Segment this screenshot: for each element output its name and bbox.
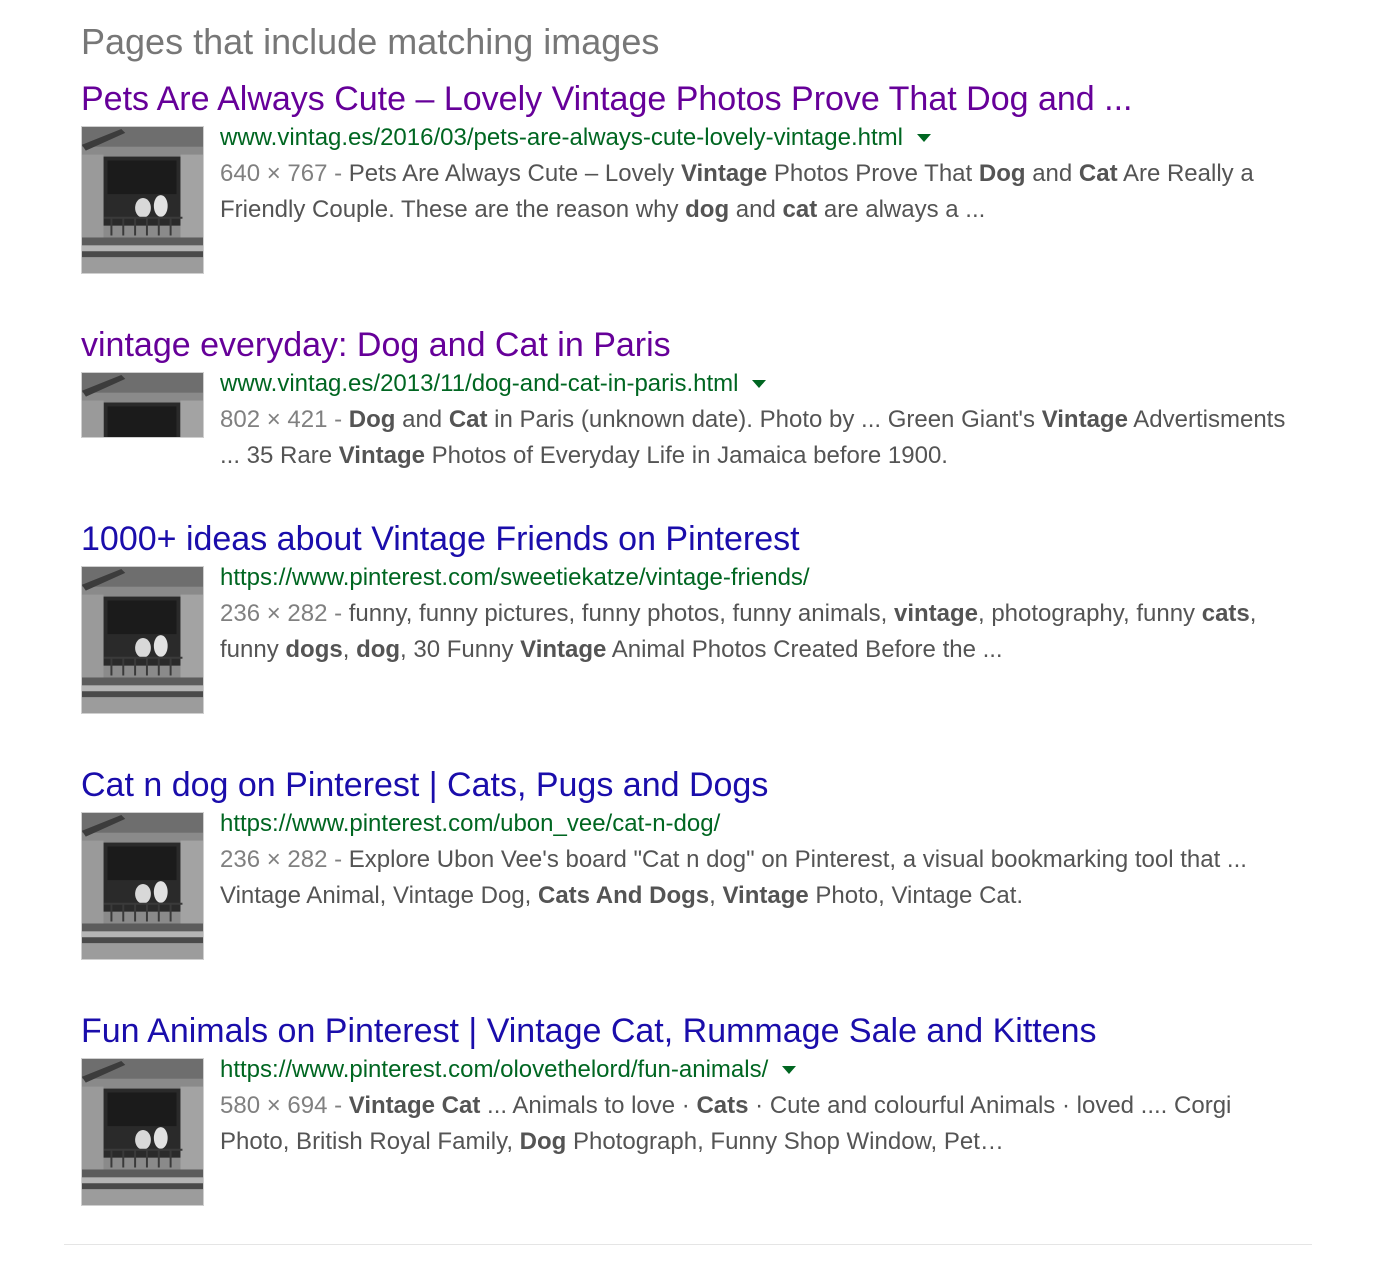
result-url[interactable]: https://www.pinterest.com/sweetiekatze/v… bbox=[220, 560, 810, 596]
caret-down-icon[interactable] bbox=[916, 134, 931, 142]
snippet-keyword: dog bbox=[685, 196, 730, 223]
snippet-keyword: Vintage bbox=[680, 160, 768, 187]
snippet-text: are always a ... bbox=[817, 196, 986, 223]
search-result: vintage everyday: Dog and Cat in Paris ww… bbox=[81, 324, 1321, 469]
image-dimensions: 802 × 421 bbox=[220, 406, 328, 433]
snippet-keyword: Cat bbox=[1078, 160, 1118, 187]
image-dimensions: 236 × 282 bbox=[220, 600, 328, 627]
snippet-text: in Paris (unknown date). Photo by ... Gr… bbox=[487, 406, 1042, 433]
divider bbox=[64, 1244, 1312, 1245]
snippet-text: , bbox=[342, 636, 357, 663]
snippet-keyword: Vintage bbox=[1041, 406, 1128, 433]
image-dimensions: 580 × 694 bbox=[220, 1092, 328, 1119]
snippet-keyword: Dog bbox=[519, 1128, 567, 1155]
result-url[interactable]: https://www.pinterest.com/olovethelord/f… bbox=[220, 1052, 768, 1088]
result-title-link[interactable]: vintage everyday: Dog and Cat in Paris bbox=[81, 324, 1321, 366]
snippet-keyword: Dog bbox=[978, 160, 1026, 187]
snippet-keyword: cat bbox=[782, 196, 818, 223]
snippet-text: and bbox=[395, 406, 449, 433]
result-thumbnail[interactable] bbox=[81, 1058, 204, 1206]
snippet-keyword: Dog bbox=[348, 406, 396, 433]
caret-down-icon[interactable] bbox=[782, 1066, 797, 1074]
snippet-keyword: cats bbox=[1201, 600, 1250, 627]
result-snippet: 236 × 282 - Explore Ubon Vee's board "Ca… bbox=[220, 846, 1247, 909]
result-thumbnail[interactable] bbox=[81, 812, 204, 960]
result-thumbnail[interactable] bbox=[81, 372, 204, 438]
search-result: Cat n dog on Pinterest | Cats, Pugs and … bbox=[81, 764, 1321, 960]
snippet-text: ... Animals to love · bbox=[480, 1092, 697, 1119]
snippet-text: Pets Are Always Cute – Lovely bbox=[348, 160, 681, 187]
result-thumbnail[interactable] bbox=[81, 566, 204, 714]
snippet-text: Animal Photos Created Before the ... bbox=[606, 636, 1003, 663]
snippet-text: , 30 Funny bbox=[400, 636, 521, 663]
snippet-text: Photo, Vintage Cat. bbox=[808, 882, 1024, 909]
snippet-keyword: vintage bbox=[893, 600, 978, 627]
snippet-keyword: Vintage bbox=[722, 882, 809, 909]
snippet-keyword: dogs bbox=[285, 636, 343, 663]
result-snippet: 802 × 421 - Dog and Cat in Paris (unknow… bbox=[220, 406, 1286, 469]
search-result: Pets Are Always Cute – Lovely Vintage Ph… bbox=[81, 78, 1321, 274]
snippet-text: Photos Prove That bbox=[767, 160, 979, 187]
result-title-link[interactable]: Pets Are Always Cute – Lovely Vintage Ph… bbox=[81, 78, 1321, 120]
image-dimensions: 236 × 282 bbox=[220, 846, 328, 873]
snippet-keyword: dog bbox=[356, 636, 401, 663]
snippet-keyword: Cats bbox=[696, 1092, 749, 1119]
snippet-keyword: Cat bbox=[448, 406, 488, 433]
result-snippet: 580 × 694 - Vintage Cat ... Animals to l… bbox=[220, 1092, 1232, 1155]
snippet-text: Photograph, Funny Shop Window, Pet… bbox=[566, 1128, 1004, 1155]
snippet-text: Photos of Everyday Life in Jamaica befor… bbox=[424, 442, 948, 469]
search-result: 1000+ ideas about Vintage Friends on Pin… bbox=[81, 518, 1321, 714]
snippet-keyword: Vintage bbox=[338, 442, 425, 469]
snippet-keyword: Vintage Cat bbox=[348, 1092, 481, 1119]
snippet-text: , photography, funny bbox=[978, 600, 1202, 627]
search-result: Fun Animals on Pinterest | Vintage Cat, … bbox=[81, 1010, 1321, 1206]
result-url[interactable]: www.vintag.es/2016/03/pets-are-always-cu… bbox=[220, 120, 903, 156]
result-title-link[interactable]: Cat n dog on Pinterest | Cats, Pugs and … bbox=[81, 764, 1321, 806]
snippet-text: and bbox=[729, 196, 783, 223]
snippet-keyword: Vintage bbox=[520, 636, 607, 663]
snippet-keyword: Cats And Dogs bbox=[538, 882, 710, 909]
result-title-link[interactable]: 1000+ ideas about Vintage Friends on Pin… bbox=[81, 518, 1321, 560]
result-thumbnail[interactable] bbox=[81, 126, 204, 274]
result-url[interactable]: https://www.pinterest.com/ubon_vee/cat-n… bbox=[220, 806, 720, 842]
result-snippet: 236 × 282 - funny, funny pictures, funny… bbox=[220, 600, 1257, 663]
image-dimensions: 640 × 767 bbox=[220, 160, 328, 187]
result-title-link[interactable]: Fun Animals on Pinterest | Vintage Cat, … bbox=[81, 1010, 1321, 1052]
result-url[interactable]: www.vintag.es/2013/11/dog-and-cat-in-par… bbox=[220, 366, 738, 402]
snippet-text: , bbox=[709, 882, 723, 909]
snippet-text: funny, funny pictures, funny photos, fun… bbox=[348, 600, 894, 627]
section-heading: Pages that include matching images bbox=[81, 21, 660, 62]
snippet-text: and bbox=[1025, 160, 1079, 187]
caret-down-icon[interactable] bbox=[752, 380, 767, 388]
result-snippet: 640 × 767 - Pets Are Always Cute – Lovel… bbox=[220, 160, 1254, 223]
